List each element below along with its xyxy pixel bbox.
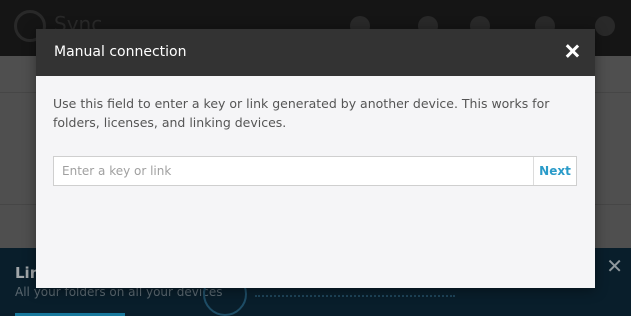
key-input-group: Next: [53, 156, 577, 186]
key-or-link-input[interactable]: [54, 157, 534, 185]
next-button[interactable]: Next: [533, 157, 576, 185]
manual-connection-dialog: Manual connection Use this field to ente…: [36, 29, 595, 288]
dialog-header: Manual connection: [36, 29, 595, 76]
close-icon[interactable]: [563, 42, 581, 60]
dialog-description: Use this field to enter a key or link ge…: [53, 96, 550, 130]
dialog-title: Manual connection: [54, 44, 187, 60]
